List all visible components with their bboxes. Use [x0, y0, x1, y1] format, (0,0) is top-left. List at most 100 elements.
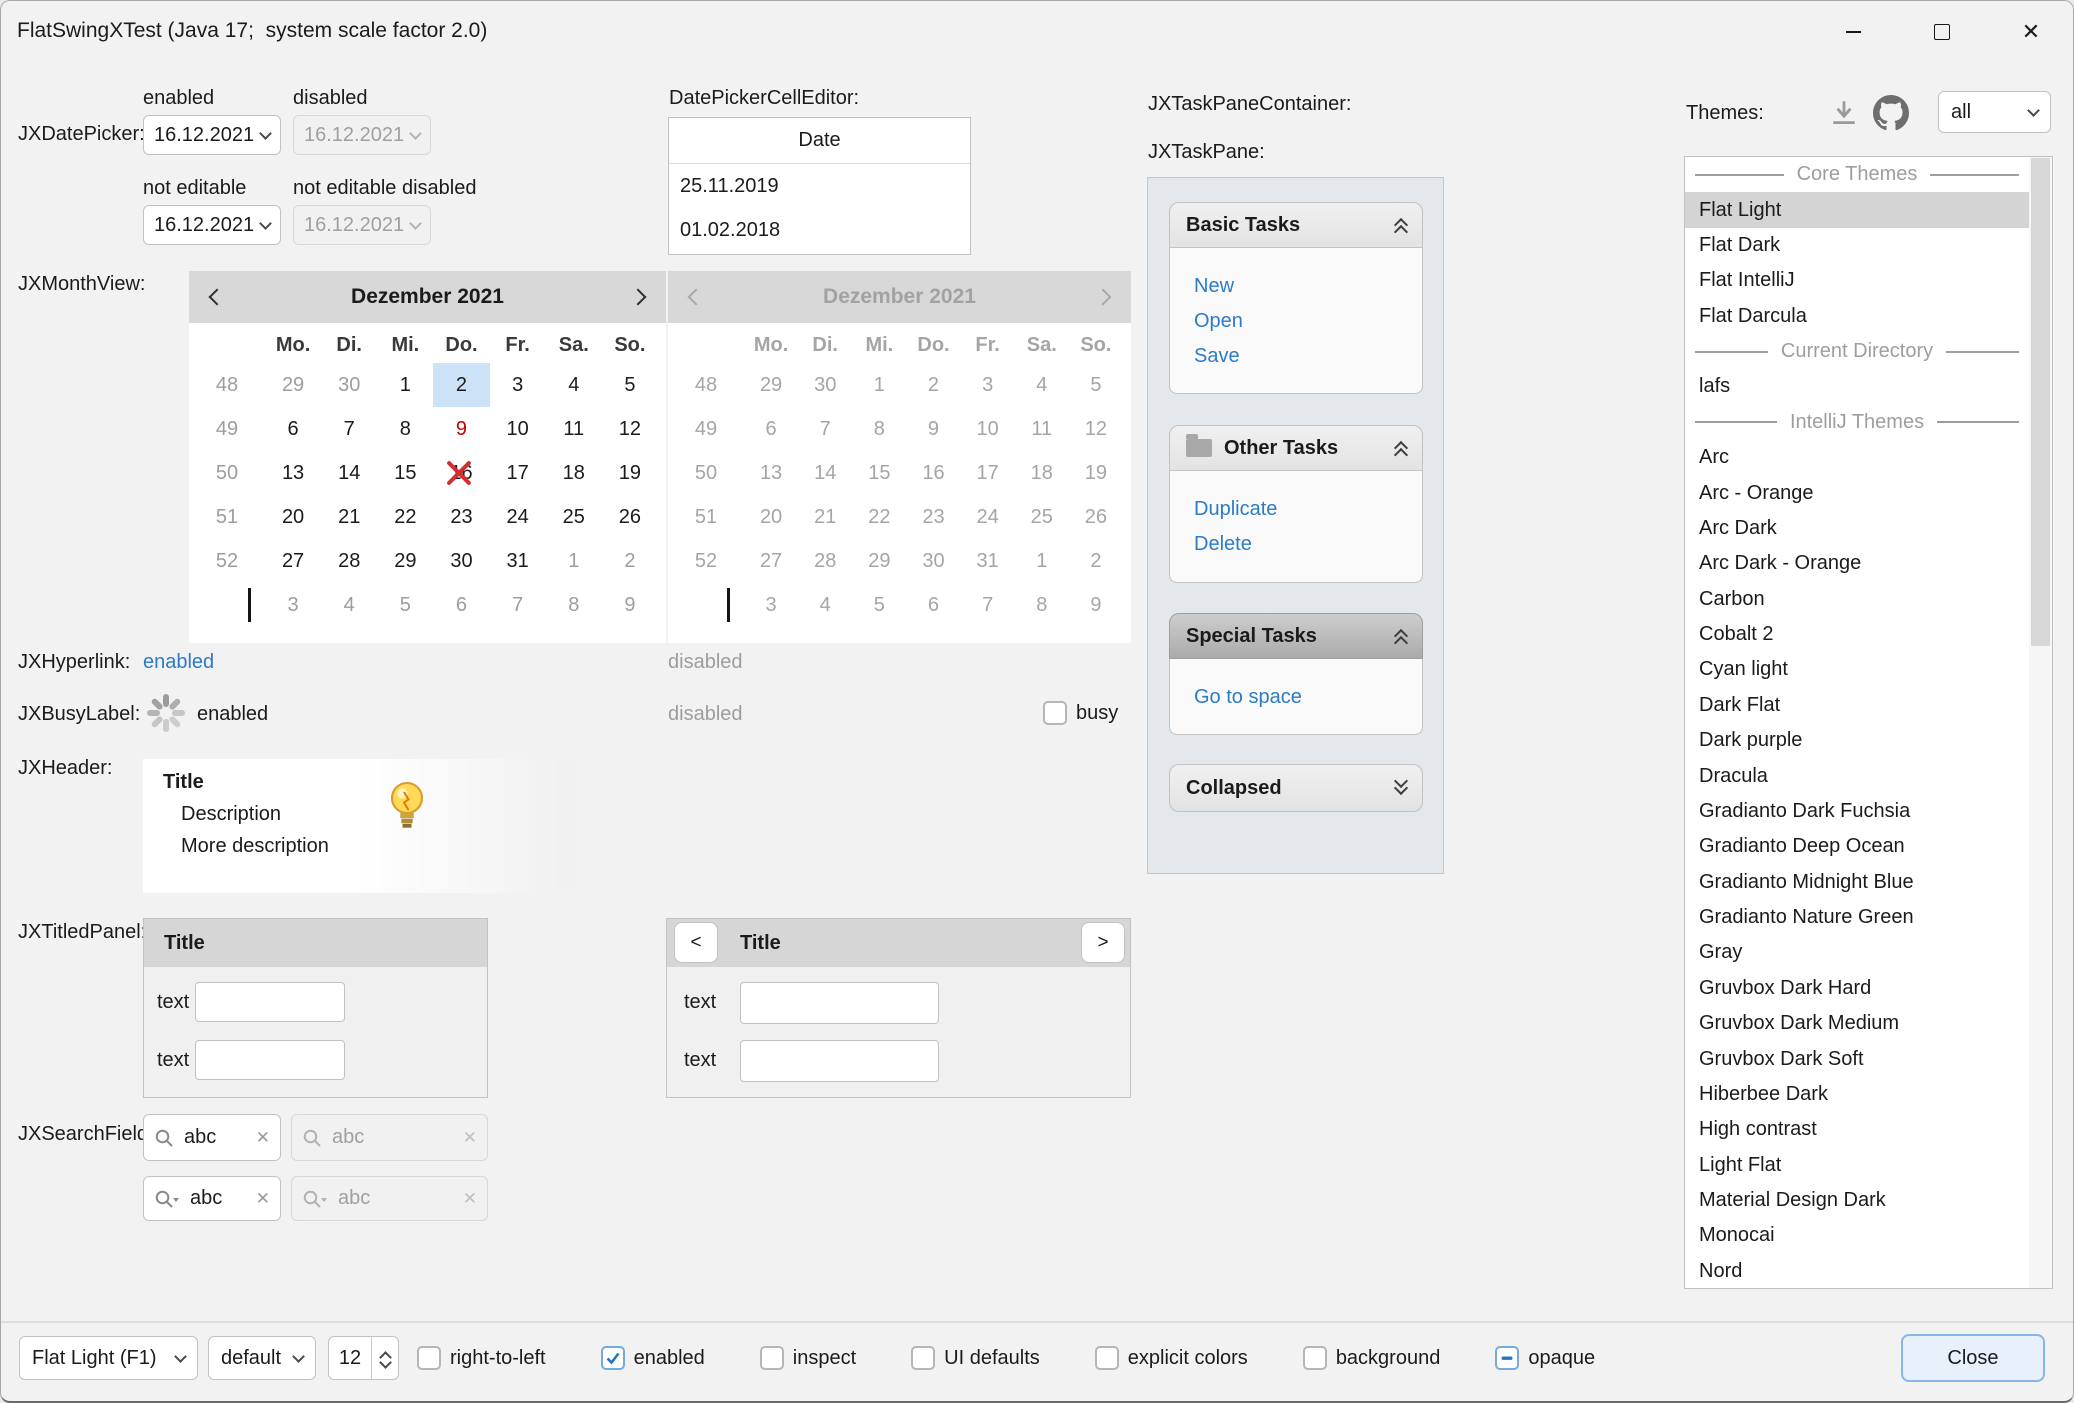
theme-list-item[interactable]: Flat IntelliJ: [1685, 263, 2029, 298]
day-cell[interactable]: 2: [602, 539, 658, 583]
close-button[interactable]: Close: [1901, 1334, 2045, 1382]
day-cell[interactable]: 18: [546, 451, 602, 495]
download-icon[interactable]: [1829, 99, 1859, 127]
day-cell[interactable]: 21: [321, 495, 377, 539]
theme-list-item[interactable]: Cobalt 2: [1685, 617, 2029, 652]
taskpane-header[interactable]: Basic Tasks: [1169, 202, 1423, 248]
theme-list-item[interactable]: Arc Dark - Orange: [1685, 546, 2029, 581]
datepicker-enabled[interactable]: 16.12.2021: [143, 115, 281, 155]
search-field-enabled[interactable]: ✕: [143, 1114, 281, 1161]
day-cell[interactable]: 26: [602, 495, 658, 539]
task-link[interactable]: Duplicate: [1194, 492, 1422, 527]
checkbox-group-inspect[interactable]: inspect: [760, 1346, 856, 1370]
theme-list-item[interactable]: Gradianto Midnight Blue: [1685, 865, 2029, 900]
day-cell[interactable]: 7: [321, 407, 377, 451]
busy-checkbox-group[interactable]: busy: [1043, 701, 1118, 725]
scrollbar-thumb[interactable]: [2031, 158, 2050, 646]
day-cell[interactable]: 14: [321, 451, 377, 495]
checkbox-unchecked[interactable]: [1303, 1346, 1327, 1370]
collapse-icon[interactable]: [1396, 218, 1406, 232]
text-input[interactable]: [195, 982, 345, 1022]
text-input[interactable]: [740, 1040, 939, 1082]
search-field-with-menu-enabled[interactable]: ✕: [143, 1176, 281, 1221]
theme-list-item[interactable]: Cyan light: [1685, 652, 2029, 687]
checkbox-group-explicit-colors[interactable]: explicit colors: [1095, 1346, 1248, 1370]
day-cell[interactable]: 5: [377, 583, 433, 627]
github-icon[interactable]: [1873, 95, 1909, 131]
collapse-icon[interactable]: [1396, 629, 1406, 643]
theme-list-item[interactable]: Gradianto Deep Ocean: [1685, 829, 2029, 864]
text-input[interactable]: [740, 982, 939, 1024]
taskpane-header[interactable]: Other Tasks: [1169, 425, 1423, 471]
day-cell[interactable]: 31: [490, 539, 546, 583]
day-cell[interactable]: 4: [321, 583, 377, 627]
theme-list-item[interactable]: High contrast: [1685, 1112, 2029, 1147]
day-cell[interactable]: 27: [265, 539, 321, 583]
theme-list-item[interactable]: Flat Light: [1685, 192, 2029, 227]
day-cell[interactable]: 10: [490, 407, 546, 451]
day-cell[interactable]: 1: [377, 363, 433, 407]
task-link[interactable]: New: [1194, 269, 1422, 304]
theme-list-item[interactable]: Light Flat: [1685, 1148, 2029, 1183]
task-link[interactable]: Go to space: [1194, 680, 1422, 715]
day-cell[interactable]: 15: [377, 451, 433, 495]
day-cell[interactable]: 8: [377, 407, 433, 451]
checkbox-unchecked[interactable]: [417, 1346, 441, 1370]
style-combo[interactable]: default: [208, 1336, 316, 1380]
day-cell[interactable]: 16: [433, 451, 489, 495]
theme-list-item[interactable]: Dracula: [1685, 758, 2029, 793]
table-row[interactable]: 25.11.2019: [669, 164, 970, 208]
theme-list-item[interactable]: Flat Darcula: [1685, 299, 2029, 334]
day-cell[interactable]: 28: [321, 539, 377, 583]
table-row[interactable]: 01.02.2018: [669, 208, 970, 252]
task-link[interactable]: Delete: [1194, 527, 1422, 562]
day-cell[interactable]: 9: [602, 583, 658, 627]
busy-checkbox[interactable]: [1043, 701, 1067, 725]
day-cell[interactable]: 24: [490, 495, 546, 539]
day-cell[interactable]: 8: [546, 583, 602, 627]
day-cell[interactable]: 17: [490, 451, 546, 495]
theme-list-item[interactable]: Dark purple: [1685, 723, 2029, 758]
checkbox-group-opaque[interactable]: opaque: [1495, 1346, 1595, 1370]
spinner-buttons[interactable]: [371, 1337, 398, 1379]
theme-list-item[interactable]: Material Design Dark: [1685, 1183, 2029, 1218]
search-input[interactable]: [182, 1125, 248, 1150]
day-cell[interactable]: 30: [321, 363, 377, 407]
checkbox-unchecked[interactable]: [1095, 1346, 1119, 1370]
checkbox-unchecked[interactable]: [911, 1346, 935, 1370]
search-input[interactable]: [188, 1186, 248, 1211]
taskpane-header[interactable]: Collapsed: [1169, 764, 1423, 812]
day-cell[interactable]: 29: [265, 363, 321, 407]
checkbox-indeterminate[interactable]: [1495, 1346, 1519, 1370]
day-cell[interactable]: 11: [546, 407, 602, 451]
theme-list-item[interactable]: Gradianto Nature Green: [1685, 900, 2029, 935]
theme-list-item[interactable]: Gruvbox Dark Soft: [1685, 1041, 2029, 1076]
day-cell[interactable]: 13: [265, 451, 321, 495]
theme-list-item[interactable]: Gruvbox Dark Medium: [1685, 1006, 2029, 1041]
next-month-icon[interactable]: [630, 289, 647, 306]
checkbox-unchecked[interactable]: [760, 1346, 784, 1370]
day-cell[interactable]: 22: [377, 495, 433, 539]
maximize-button[interactable]: [1910, 1, 1974, 63]
day-cell[interactable]: 20: [265, 495, 321, 539]
task-link[interactable]: Save: [1194, 339, 1422, 374]
minimize-button[interactable]: [1821, 1, 1885, 63]
theme-list-item[interactable]: Monocai: [1685, 1218, 2029, 1253]
theme-list-item[interactable]: Arc: [1685, 440, 2029, 475]
chevron-down-icon[interactable]: [259, 127, 272, 140]
day-cell[interactable]: 6: [433, 583, 489, 627]
theme-list-item[interactable]: Arc - Orange: [1685, 475, 2029, 510]
titled-panel-next-button[interactable]: >: [1081, 922, 1125, 963]
day-cell[interactable]: 6: [265, 407, 321, 451]
theme-list-item[interactable]: Dark Flat: [1685, 688, 2029, 723]
day-cell[interactable]: 12: [602, 407, 658, 451]
datepicker-cell-editor-table[interactable]: Date 25.11.201901.02.2018: [668, 117, 971, 255]
theme-list-item[interactable]: Arc Dark: [1685, 511, 2029, 546]
collapse-icon[interactable]: [1396, 441, 1406, 455]
hyperlink-enabled[interactable]: enabled: [143, 651, 214, 674]
datepicker-noteditable[interactable]: 16.12.2021: [143, 205, 281, 245]
day-cell[interactable]: 30: [433, 539, 489, 583]
theme-list-item[interactable]: Gray: [1685, 935, 2029, 970]
day-cell[interactable]: 23: [433, 495, 489, 539]
clear-search-icon[interactable]: ✕: [256, 1128, 270, 1148]
